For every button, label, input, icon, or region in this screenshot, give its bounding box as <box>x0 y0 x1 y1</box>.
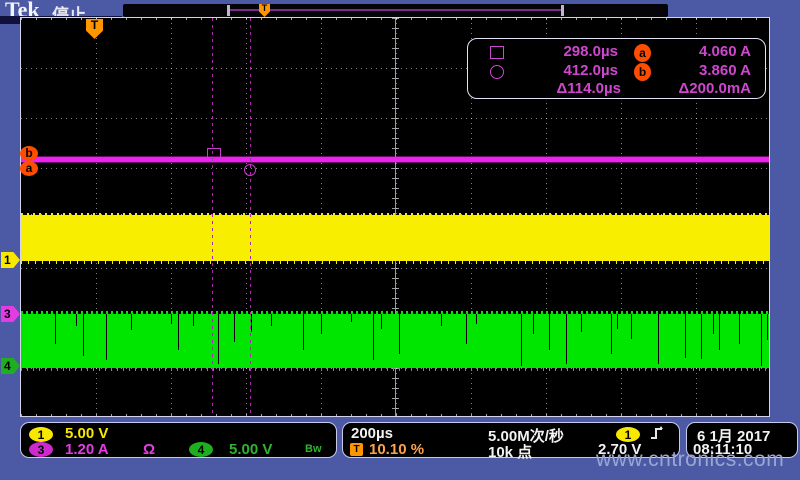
ch4-dropout <box>351 314 352 322</box>
ch4-bandwidth-icon: Bw <box>305 443 322 455</box>
trigger-source-badge: 1 <box>616 427 640 442</box>
ch3-badge: 3 <box>29 442 53 457</box>
trigger-t-badge: T <box>350 443 363 456</box>
ch4-dropout <box>713 314 714 334</box>
ch4-dropout <box>521 314 522 366</box>
ch4-dropout <box>83 314 84 356</box>
ch4-dropout <box>381 314 382 329</box>
ch1-ground-marker: 1 <box>1 252 20 268</box>
ch4-dropout <box>321 314 322 334</box>
ch1-band <box>21 215 769 261</box>
cursor-a-time: 298.0µs <box>508 43 618 61</box>
ch4-dropout <box>581 314 582 332</box>
ch4-dropout <box>218 314 219 364</box>
watermark: www.cntronics.com <box>596 448 784 472</box>
edge-ticks-top <box>21 18 769 20</box>
ch4-dropout <box>399 314 400 354</box>
trigger-position-percent: 10.10 % <box>369 441 424 458</box>
cursor-delta-value: Δ200.0mA <box>633 80 751 98</box>
ch4-dropout <box>631 314 632 339</box>
record-length: 10k 点 <box>488 441 532 462</box>
cursor-a-badge: a <box>20 161 38 176</box>
oscilloscope-screen: Tek 停止 T T b a 1 3 4 298.0µs <box>0 0 800 480</box>
ch4-dropout <box>533 314 534 334</box>
record-extent-line <box>230 9 563 11</box>
record-position-bar: T <box>123 4 668 17</box>
cursor-b-badge: b <box>20 146 38 161</box>
ch1-scale: 5.00 V <box>65 425 108 442</box>
ch4-dropout <box>566 314 567 364</box>
ch4-dropout <box>373 314 374 360</box>
cursor-b-time: 412.0µs <box>508 62 618 80</box>
ch4-dropout <box>549 314 550 350</box>
ch4-dropout <box>658 314 659 364</box>
ch4-dropout <box>476 314 477 324</box>
ch4-dropout <box>303 314 304 350</box>
ch4-dropout <box>761 314 762 366</box>
ch4-ground-marker: 4 <box>1 358 20 374</box>
ch4-dropout <box>701 314 702 359</box>
record-bracket-right <box>561 5 564 16</box>
cursor-delta-time: Δ114.0µs <box>508 80 621 98</box>
ch4-dropout <box>611 314 612 354</box>
ch4-dropout <box>719 314 720 350</box>
ch3-trace <box>21 156 769 163</box>
cursor-a-square-marker <box>207 148 221 160</box>
rising-edge-icon <box>649 425 665 441</box>
cursor-a-symbol <box>490 46 504 59</box>
ch4-dropout <box>234 314 235 342</box>
ch3-ground-marker: 3 <box>1 306 20 322</box>
ch4-scale: 5.00 V <box>229 441 272 458</box>
edge-ticks-bottom <box>21 414 769 416</box>
grid-line-h <box>21 118 769 119</box>
ch4-dropout <box>193 314 194 326</box>
ch3-scale: 1.20 A <box>65 441 109 458</box>
ch4-dropout <box>466 314 467 344</box>
ch4-band <box>21 314 769 368</box>
cursor-b-value: 3.860 A <box>638 62 751 80</box>
ch4-dropout <box>251 314 252 332</box>
ch4-dropout <box>617 314 618 329</box>
ch4-dropout <box>55 314 56 344</box>
ch4-dropout <box>131 314 132 330</box>
ch4-dropout <box>271 314 272 326</box>
ch4-dropout <box>76 314 77 326</box>
ch4-dropout <box>767 314 768 340</box>
cursor-b-circle-marker <box>244 164 256 176</box>
record-trigger-icon: T <box>259 4 270 17</box>
ch4-dropout <box>685 314 686 358</box>
ch4-badge: 4 <box>189 442 213 457</box>
ch4-dropout <box>739 314 740 344</box>
ch4-dropout <box>178 314 179 350</box>
cursor-b-symbol <box>490 65 504 79</box>
cursor-b-line <box>250 18 251 416</box>
ch4-dropout <box>171 314 172 324</box>
record-bracket-left <box>227 5 230 16</box>
cursor-a-value: 4.060 A <box>638 43 751 61</box>
cursor-a-line <box>212 18 213 416</box>
timebase: 200µs <box>351 425 393 442</box>
ch4-dropout <box>441 314 442 326</box>
ch3-coupling-ohm: Ω <box>143 441 155 458</box>
ch4-dropout <box>106 314 107 360</box>
channel-readout-panel: 1 5.00 V 3 1.20 A Ω 4 5.00 V Bw <box>20 422 337 458</box>
ch1-badge: 1 <box>29 427 53 442</box>
grid-line-h <box>21 268 769 269</box>
grid-line-h <box>21 168 769 169</box>
cursor-readout-panel: 298.0µs a 4.060 A 412.0µs b 3.860 A Δ114… <box>467 38 766 99</box>
